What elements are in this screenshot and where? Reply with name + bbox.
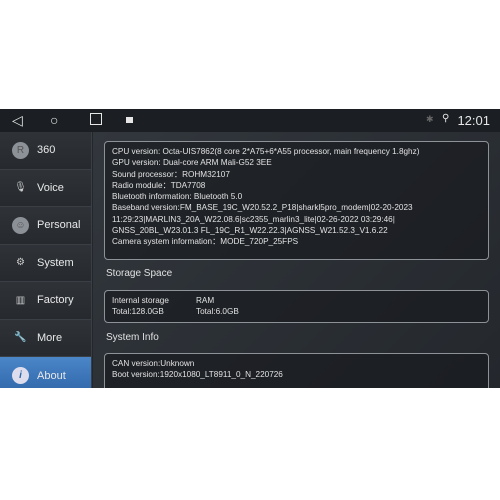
system-info-heading: System Info — [106, 332, 159, 343]
internal-storage-label: Internal storage — [112, 296, 169, 305]
cpu-version: CPU version: Octa-UIS7862(8 core 2*A75+6… — [112, 147, 420, 156]
internal-storage-total: Total:128.0GB — [112, 307, 164, 317]
screenshot-icon — [126, 117, 133, 123]
info-icon: i — [12, 367, 29, 385]
bluetooth-icon: ✱ — [426, 114, 434, 124]
boot-version: Boot version:1920x1080_LT8911_0_N_220726 — [112, 370, 283, 380]
clock: 12:01 — [457, 113, 490, 128]
sound-processor: Sound processor：ROHM32107 — [112, 169, 230, 179]
can-version: CAN version:Unknown — [112, 359, 195, 368]
baseband-version-cont: GNSS_20BL_W23.01.3 FL_19C_R1_W22.22.3|AG… — [112, 226, 388, 236]
sidebar-item-label: System — [37, 256, 74, 269]
factory-icon: ▥ — [15, 294, 26, 306]
sidebar-item-label: Personal — [37, 219, 81, 232]
baseband-version: Baseband version:FM_BASE_19C_W20.52.2_P1… — [112, 203, 413, 213]
sidebar-item-more[interactable]: 🔧 More — [0, 319, 91, 357]
status-bar: ◁ ○ ✱ ⚲ 12:01 — [0, 109, 500, 132]
storage-box: Internal storage RAM Total:128.0GB Total:6… — [104, 290, 489, 323]
bluetooth-info: Bluetooth information: Bluetooth 5.0 — [112, 192, 243, 202]
radio-module: Radio module：TDA7708 — [112, 180, 206, 190]
screen: ◁ ○ ✱ ⚲ 12:01 R 360 🎙 Voice ☺ Personal ⚙ Sys… — [0, 109, 500, 388]
wrench-icon: 🔧 — [14, 332, 27, 344]
gpu-version: GPU version: Dual-core ARM Mali-G52 3EE — [112, 158, 272, 168]
storage-heading: Storage Space — [106, 268, 173, 279]
ram-label: RAM — [196, 296, 215, 305]
sidebar-item-label: Voice — [37, 181, 64, 194]
sidebar-item-system[interactable]: ⚙ System — [0, 244, 91, 282]
recents-icon[interactable] — [90, 113, 102, 125]
device-info-box: CPU version: Octa-UIS7862(8 core 2*A75+6… — [104, 141, 489, 260]
sidebar-item-factory[interactable]: ▥ Factory — [0, 282, 91, 320]
person-icon: ☺ — [12, 216, 29, 234]
sidebar-item-personal[interactable]: ☺ Personal — [0, 207, 91, 245]
sidebar-item-label: About — [37, 369, 66, 382]
sidebar-item-label: Factory — [37, 294, 74, 307]
microphone-icon: 🎙 — [14, 182, 27, 194]
sidebar-item-label: 360 — [37, 144, 56, 157]
ram-total: Total:6.0GB — [196, 307, 239, 317]
back-icon[interactable]: ◁ — [12, 112, 23, 129]
sidebar-item-about[interactable]: i About — [0, 357, 91, 388]
location-icon: ⚲ — [442, 113, 450, 124]
baseband-version-cont: 11:29:23|MARLIN3_20A_W22.08.6|sc2355_mar… — [112, 214, 395, 224]
360-icon: R — [12, 141, 29, 159]
sidebar: R 360 🎙 Voice ☺ Personal ⚙ System ▥ Factory 🔧… — [0, 132, 92, 388]
sidebar-item-voice[interactable]: 🎙 Voice — [0, 169, 91, 207]
sidebar-item-360[interactable]: R 360 — [0, 132, 91, 170]
gears-icon: ⚙ — [16, 257, 25, 269]
home-icon[interactable]: ○ — [50, 112, 58, 128]
system-info-box: CAN version:Unknown Boot version:1920x10… — [104, 353, 489, 388]
camera-info: Camera system information：MODE_720P_25FP… — [112, 237, 299, 247]
about-panel: CPU version: Octa-UIS7862(8 core 2*A75+6… — [93, 132, 500, 388]
sidebar-item-label: More — [37, 331, 63, 344]
